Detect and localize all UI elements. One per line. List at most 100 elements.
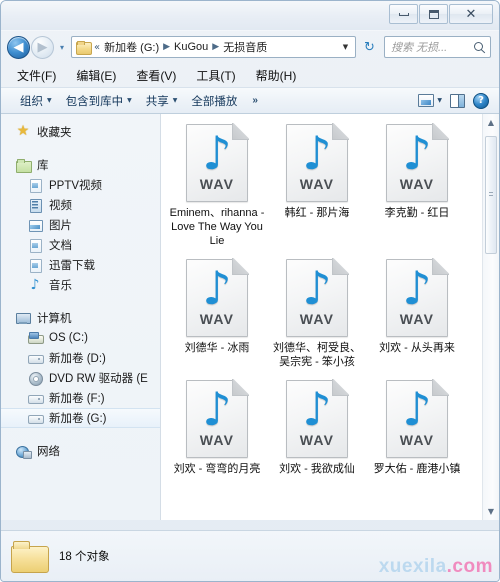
list-item[interactable]: ♪ WAV 刘德华、柯受良、吴宗宪 - 笨小孩 xyxy=(267,257,367,372)
sidebar-item-favorites[interactable]: ★ 收藏夹 xyxy=(1,122,160,142)
view-mode-icon xyxy=(418,94,435,107)
vertical-scrollbar[interactable]: ▲ ▼ xyxy=(482,114,499,520)
include-in-library-button[interactable]: 包含到库中 ▼ xyxy=(59,90,139,112)
scroll-up-button[interactable]: ▲ xyxy=(483,114,499,131)
sidebar-item-label: 新加卷 (F:) xyxy=(49,393,105,405)
menu-item-view[interactable]: 查看(V) xyxy=(134,65,178,86)
sidebar-item-drive-d[interactable]: 新加卷 (D:) xyxy=(1,348,160,368)
search-icon[interactable] xyxy=(474,41,487,54)
sidebar-group-network: 网络 xyxy=(1,441,160,461)
sidebar-item-label: OS (C:) xyxy=(49,332,88,344)
forward-button[interactable]: ▶ xyxy=(31,35,54,59)
search-input[interactable]: 搜索 无损... xyxy=(384,36,491,58)
sidebar-item-label: 网络 xyxy=(37,446,60,458)
sidebar-item-videos[interactable]: 视频 xyxy=(1,195,160,215)
chevron-down-icon: ▼ xyxy=(487,507,495,516)
organize-button[interactable]: 组织 ▼ xyxy=(13,90,59,112)
menu-item-file[interactable]: 文件(F) xyxy=(15,65,58,86)
sidebar-item-computer[interactable]: 计算机 xyxy=(1,308,160,328)
list-item[interactable]: ♪ WAV 刘欢 - 弯弯的月亮 xyxy=(167,378,267,479)
sidebar-item-drive-g[interactable]: 新加卷 (G:) xyxy=(1,408,160,428)
file-name: Eminem、rihanna - Love The Way You Lie xyxy=(169,207,265,247)
chevron-down-icon: ▼ xyxy=(47,97,52,104)
play-all-button[interactable]: 全部播放 xyxy=(184,90,244,112)
wav-file-icon: ♪ WAV xyxy=(186,379,249,458)
breadcrumb-separator-icon: ▶ xyxy=(163,42,171,52)
folder-icon xyxy=(76,40,92,55)
list-item[interactable]: ♪ WAV 刘欢 - 从头再来 xyxy=(367,257,467,372)
network-icon xyxy=(15,444,32,459)
file-name: 刘欢 - 从头再来 xyxy=(379,342,455,354)
list-item[interactable]: ♪ WAV 李克勤 - 红日 xyxy=(367,122,467,251)
window-body: ★ 收藏夹 库 PPTV视频 视频 图片 文档 迅雷下载 ♪ 音乐 计算机 OS… xyxy=(1,114,499,520)
sidebar-item-music[interactable]: ♪ 音乐 xyxy=(1,275,160,295)
help-icon: ? xyxy=(473,92,489,109)
scroll-down-button[interactable]: ▼ xyxy=(483,503,499,520)
sidebar-item-drive-f[interactable]: 新加卷 (F:) xyxy=(1,388,160,408)
address-bar-row: ◀ ▶ ▾ « 新加卷 (G:) ▶ KuGou ▶ 无损音质 ▼ ↻ 搜索 无… xyxy=(1,31,499,63)
drive-icon xyxy=(27,391,44,405)
preview-pane-button[interactable] xyxy=(446,92,469,110)
forward-arrow-icon: ▶ xyxy=(37,39,48,55)
wav-file-icon: ♪ WAV xyxy=(186,258,249,337)
menu-item-edit[interactable]: 编辑(E) xyxy=(74,65,118,86)
scrollbar-thumb[interactable] xyxy=(485,136,497,254)
list-item[interactable]: ♪ WAV 刘欢 - 我欲成仙 xyxy=(267,378,367,479)
watermark-part-one: xuexila xyxy=(378,556,447,577)
drive-icon xyxy=(27,351,44,365)
list-item[interactable]: ♪ WAV 刘德华 - 冰雨 xyxy=(167,257,267,372)
sidebar-item-label: 库 xyxy=(37,160,49,172)
list-item[interactable]: ♪ WAV Eminem、rihanna - Love The Way You … xyxy=(167,122,267,251)
breadcrumb-overflow-icon[interactable]: « xyxy=(94,42,100,53)
refresh-button[interactable]: ↻ xyxy=(359,36,380,58)
sidebar-item-libraries[interactable]: 库 xyxy=(1,155,160,175)
close-button[interactable]: ✕ xyxy=(449,4,493,24)
list-item[interactable]: ♪ WAV 韩红 - 那片海 xyxy=(267,122,367,251)
help-button[interactable]: ? xyxy=(469,91,493,111)
address-bar[interactable]: « 新加卷 (G:) ▶ KuGou ▶ 无损音质 ▼ xyxy=(71,36,356,58)
file-type-label: WAV xyxy=(299,311,335,327)
organize-label: 组织 xyxy=(20,95,43,108)
change-view-button[interactable]: ▼ xyxy=(414,92,446,109)
breadcrumb-item-drive[interactable]: 新加卷 (G:) xyxy=(103,39,160,55)
folder-icon xyxy=(11,540,49,573)
sidebar-item-pptv[interactable]: PPTV视频 xyxy=(1,175,160,195)
drive-icon xyxy=(27,411,44,425)
toolbar-overflow-button[interactable]: » xyxy=(244,92,266,109)
document-icon xyxy=(27,238,43,253)
back-button[interactable]: ◀ xyxy=(7,35,30,59)
chevron-down-icon: ▾ xyxy=(59,42,64,52)
share-with-button[interactable]: 共享 ▼ xyxy=(139,90,185,112)
sidebar-item-dvd-drive-e[interactable]: DVD RW 驱动器 (E xyxy=(1,368,160,388)
sidebar-item-label: PPTV视频 xyxy=(49,180,103,192)
picture-icon xyxy=(27,218,43,232)
address-dropdown-icon[interactable]: ▼ xyxy=(338,37,353,57)
sidebar-group-computer: 计算机 OS (C:) 新加卷 (D:) DVD RW 驱动器 (E 新加卷 (… xyxy=(1,308,160,428)
list-item[interactable]: ♪ WAV 罗大佑 - 鹿港小镇 xyxy=(367,378,467,479)
menu-item-tools[interactable]: 工具(T) xyxy=(194,65,237,86)
sidebar-item-pictures[interactable]: 图片 xyxy=(1,215,160,235)
file-type-label: WAV xyxy=(399,432,435,448)
breadcrumb-item-kugou[interactable]: KuGou xyxy=(173,41,209,53)
music-note-icon: ♪ xyxy=(302,261,332,315)
breadcrumb-item-current[interactable]: 无损音质 xyxy=(222,39,268,55)
menu-item-help[interactable]: 帮助(H) xyxy=(254,65,299,86)
sidebar-item-documents[interactable]: 文档 xyxy=(1,235,160,255)
sidebar-group-favorites: ★ 收藏夹 xyxy=(1,122,160,142)
restore-button[interactable] xyxy=(419,4,448,24)
file-name: 李克勤 - 红日 xyxy=(384,207,450,219)
music-note-icon: ♪ xyxy=(30,277,40,293)
file-list-pane: ♪ WAV Eminem、rihanna - Love The Way You … xyxy=(161,114,499,520)
music-note-icon: ♪ xyxy=(202,261,232,315)
recent-pages-button[interactable]: ▾ xyxy=(55,37,69,57)
chevron-down-icon: ▼ xyxy=(127,97,132,104)
sidebar-item-thunder-downloads[interactable]: 迅雷下载 xyxy=(1,255,160,275)
dvd-drive-icon xyxy=(27,371,43,386)
sidebar-item-network[interactable]: 网络 xyxy=(1,441,160,461)
minimize-button[interactable] xyxy=(389,4,418,24)
menu-bar: 文件(F) 编辑(E) 查看(V) 工具(T) 帮助(H) xyxy=(1,63,499,87)
sidebar-item-drive-c[interactable]: OS (C:) xyxy=(1,328,160,348)
file-type-label: WAV xyxy=(199,311,235,327)
search-placeholder: 搜索 无损... xyxy=(391,42,448,54)
